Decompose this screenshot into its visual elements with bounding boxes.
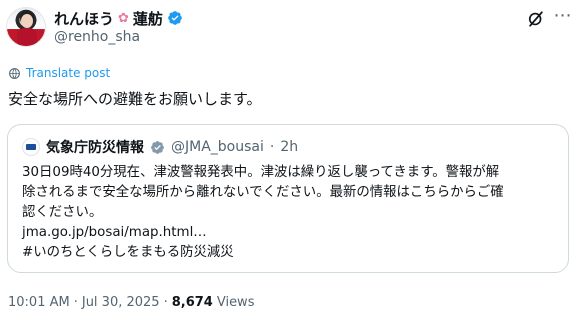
avatar-coat xyxy=(17,28,37,46)
post-text: 安全な場所への避難をお願いします。 xyxy=(8,90,262,108)
quoted-hashtag: #いのちとくらしをまもる防災減災 xyxy=(22,245,234,260)
post-time[interactable]: 10:01 AM xyxy=(8,295,70,310)
quoted-link: jma.go.jp/bosai/map.html… xyxy=(22,225,207,240)
post-detail: れんほう ✿ 蓮舫 @renho_sha ⋯ Translate post 安全… xyxy=(0,0,581,326)
quoted-post-text: 30日09時40分現在、津波警報発表中。津波は繰り返し襲ってきます。警報が解 除… xyxy=(22,163,558,263)
verified-org-badge-icon xyxy=(151,140,164,154)
views-count: 8,674 xyxy=(171,294,213,310)
post-metadata: 10:01 AM · Jul 30, 2025 · 8,674 Views xyxy=(8,293,254,311)
more-options-icon[interactable]: ⋯ xyxy=(553,7,573,27)
quoted-post-header: 気象庁防災情報 @JMA_bousai · 2h xyxy=(22,137,298,157)
separator-dot: · xyxy=(269,139,275,155)
author-handle[interactable]: @renho_sha xyxy=(54,29,140,45)
avatar[interactable] xyxy=(6,7,46,47)
translate-icon xyxy=(9,67,20,79)
lotus-icon: ✿ xyxy=(118,10,129,26)
author-name-row: れんほう ✿ 蓮舫 xyxy=(54,8,183,28)
separator-dot: · xyxy=(163,294,168,310)
translate-post-link[interactable]: Translate post xyxy=(8,65,110,81)
quoted-text-line: 30日09時40分現在、津波警報発表中。津波は繰り返し襲ってきます。警報が解 xyxy=(22,165,500,180)
quoted-text-line: 除されるまで安全な場所から離れないでください。最新の情報はこちらからご確 xyxy=(22,185,504,200)
avatar-face xyxy=(21,14,33,28)
grok-icon[interactable] xyxy=(526,9,546,29)
display-name[interactable]: れんほう xyxy=(54,8,114,29)
separator-dot: · xyxy=(73,294,78,310)
post-date[interactable]: Jul 30, 2025 xyxy=(82,295,160,310)
translate-label[interactable]: Translate post xyxy=(26,66,110,80)
quoted-handle: @JMA_bousai xyxy=(171,139,264,155)
quoted-post[interactable]: 気象庁防災情報 @JMA_bousai · 2h 30日09時40分現在、津波警… xyxy=(7,124,569,273)
quoted-avatar xyxy=(22,138,40,156)
quoted-display-name: 気象庁防災情報 xyxy=(46,140,144,156)
display-name-kanji[interactable]: 蓮舫 xyxy=(133,8,163,29)
verified-badge-icon xyxy=(168,11,182,25)
quoted-timestamp: 2h xyxy=(280,139,299,155)
quoted-text-line: 認ください。 xyxy=(22,205,103,220)
views-label: Views xyxy=(216,294,255,310)
